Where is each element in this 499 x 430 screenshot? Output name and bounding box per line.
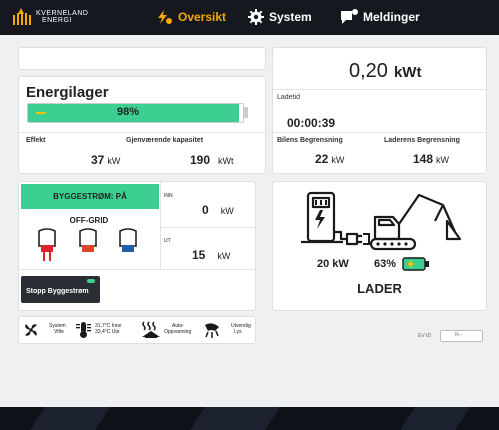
charged-energy-value: 0,20 kWt <box>349 60 422 82</box>
battery-terminal <box>244 107 248 118</box>
nav-tab-overview[interactable]: Oversikt <box>155 9 226 25</box>
divider <box>160 227 255 228</box>
car-limit-label: Bilens Begrensning <box>277 137 343 144</box>
nav-tab-system[interactable]: System <box>248 9 312 25</box>
divider <box>19 269 255 270</box>
status-led-icon <box>87 279 95 283</box>
red-socket-icon <box>38 228 56 261</box>
outdoor-light-icon <box>205 323 219 338</box>
vehicle-soc-value: 63% <box>374 258 397 270</box>
heating-icon <box>142 321 160 338</box>
charge-session-card: 0,20 kWt Ladetid 00:00:39 Bilens Begrensn… <box>272 47 487 174</box>
charger-limit-label: Laderens Begrensning <box>384 137 460 144</box>
message-icon <box>341 9 358 24</box>
nav-tab-messages-label: Meldinger <box>363 10 420 24</box>
off-grid-label: OFF-GRID <box>69 216 109 225</box>
brand-name: KVERNELAND <box>36 10 89 17</box>
divider <box>160 182 161 269</box>
energy-storage-title: Energilager <box>26 84 109 101</box>
effect-label: Effekt <box>26 137 46 144</box>
gear-icon <box>248 9 264 25</box>
thermometer-icon <box>76 322 91 338</box>
brand-logo: KVERNELAND ENERGI <box>10 8 88 26</box>
temperature-readout: 31,7°C Inne 33,4°C Ute <box>95 323 122 335</box>
battery-level-bar: 98% <box>27 103 244 123</box>
power-in-label: INN <box>164 193 173 199</box>
fan-icon <box>25 324 37 336</box>
nav-tab-messages[interactable]: Meldinger <box>340 9 420 25</box>
bolt-wheel-icon <box>158 10 172 24</box>
car-limit-value: 22 kW <box>315 152 345 166</box>
power-out-label: UT <box>164 238 171 244</box>
charger-excavator-icon <box>301 191 462 251</box>
charge-time-value: 00:00:39 <box>287 116 336 130</box>
ev-id-value: N-- <box>455 332 462 338</box>
kverneland-logo-icon <box>13 8 31 25</box>
blue-socket-icon <box>119 228 137 252</box>
top-navigation-bar: KVERNELAND ENERGI Oversikt System Meldin… <box>0 0 499 35</box>
ev-id-label: EV ID <box>418 333 432 339</box>
effect-value: 37 kW <box>91 153 121 167</box>
auto-heating-label: Auto- Oppvarming <box>164 323 192 335</box>
energy-storage-card: Energilager 98% Effekt Gjenværende kapas… <box>18 76 266 174</box>
remaining-capacity-label: Gjenværende kapasitet <box>126 137 204 144</box>
orange-socket-icon <box>79 228 97 252</box>
info-banner <box>18 47 266 70</box>
nav-tab-system-label: System <box>269 10 312 24</box>
construction-power-card: BYGGESTRØM: PÅ OFF-GRID INN 0 kW UT 15 kW … <box>18 181 256 311</box>
stop-construction-power-label: Stopp Byggestrøm <box>26 288 89 295</box>
ev-id-field: N-- <box>440 330 483 342</box>
power-out-value: 15 kW <box>192 248 231 262</box>
status-bar: System Vifte 31,7°C Inne 33,4°C Ute Auto… <box>18 316 256 344</box>
charger-limit-value: 148 kW <box>413 152 450 166</box>
charger-panel: 20 kW 63% LADER <box>272 181 487 311</box>
system-fan-label: System Vifte <box>49 323 66 335</box>
divider <box>273 89 486 90</box>
diagonal-pattern <box>30 407 470 430</box>
charge-time-label: Ladetid <box>277 94 300 101</box>
brand-subname: ENERGI <box>42 17 72 24</box>
bottom-decoration <box>0 407 499 430</box>
stop-construction-power-button[interactable]: Stopp Byggestrøm <box>21 276 100 303</box>
vehicle-battery-icon <box>402 257 429 271</box>
outdoor-light-label: Utvendig Lys <box>231 323 251 335</box>
remaining-capacity-value: 190 kWt <box>190 153 234 167</box>
battery-percent: 98% <box>116 106 140 118</box>
divider <box>19 132 265 133</box>
power-in-value: 0 kW <box>202 203 234 217</box>
construction-status-header: BYGGESTRØM: PÅ <box>21 184 159 209</box>
divider <box>273 132 486 133</box>
charger-power-value: 20 kW <box>317 258 349 270</box>
nav-tab-overview-label: Oversikt <box>178 10 227 24</box>
charger-label: LADER <box>357 281 402 296</box>
